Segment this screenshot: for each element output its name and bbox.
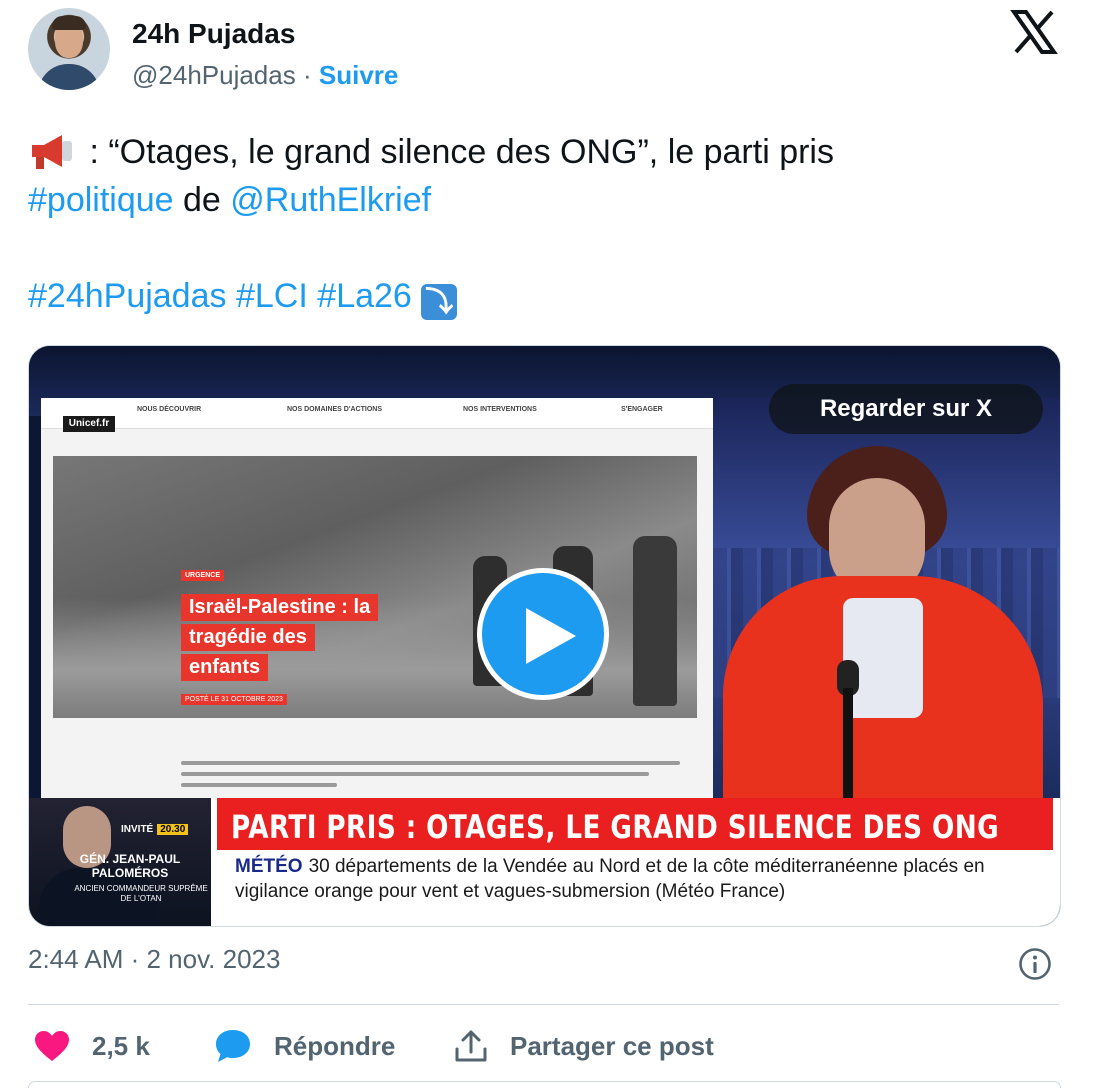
share-button[interactable]: Partager ce post (454, 1026, 714, 1066)
guest-invite-tag: INVITÉ 20.30 (121, 824, 189, 835)
headline-banner: PARTI PRIS : OTAGES, LE GRAND SILENCE DE… (217, 798, 1053, 850)
webpage-nav: NOUS DÉCOUVRIR NOS DOMAINES D'ACTIONS NO… (41, 398, 713, 429)
tweet-line-hashtags: #24hPujadas #LCI #La26 ⤵ (28, 272, 1068, 320)
x-logo-icon[interactable] (1010, 8, 1058, 56)
tweet-line-1: : “Otages, le grand silence des ONG”, le… (28, 128, 1068, 176)
guest-invite-label: INVITÉ (121, 824, 154, 835)
megaphone-icon (32, 135, 72, 169)
text-line (181, 783, 337, 787)
webpage-nav-item: S'ENGAGER (621, 406, 663, 413)
reply-bubble-icon (216, 1030, 250, 1062)
heart-icon (35, 1031, 69, 1061)
guest-panel: INVITÉ 20.30 GÉN. JEAN-PAUL PALOMÉROS ANC… (29, 798, 211, 926)
play-icon (526, 608, 576, 664)
like-button[interactable]: 2,5 k (34, 1026, 150, 1066)
news-ticker: MÉTÉO 30 départements de la Vendée au Nor… (235, 854, 1055, 904)
webpage-nav-item: NOS INTERVENTIONS (463, 406, 537, 413)
arrow-down-icon: ⤵ (421, 284, 458, 320)
author-handle[interactable]: @24hPujadas (132, 60, 296, 90)
person-figure (633, 536, 677, 706)
webpage-posted-date: POSTÉ LE 31 OCTOBRE 2023 (181, 694, 287, 705)
studio-presenter (713, 398, 1060, 826)
reply-button[interactable]: Répondre (214, 1026, 395, 1066)
tweet-text-de: de (173, 181, 231, 219)
webpage-urgence-tag: URGENCE (181, 570, 225, 581)
ticker-label: MÉTÉO (235, 856, 303, 877)
webpage-headline-line: tragédie des (181, 624, 315, 651)
reply-label: Répondre (274, 1030, 396, 1061)
handle-separator: · (302, 60, 312, 90)
avatar-hair (52, 16, 86, 30)
watch-on-x-button[interactable]: Regarder sur X (769, 384, 1043, 434)
text-line (181, 772, 649, 776)
webpage-headline-line: enfants (181, 654, 269, 681)
share-icon (455, 1030, 487, 1062)
author-handle-row: @24hPujadas · Suivre (132, 60, 398, 91)
author-name[interactable]: 24h Pujadas (132, 18, 295, 50)
like-count: 2,5 k (92, 1030, 150, 1061)
presenter-shirt (843, 598, 923, 718)
post-timestamp[interactable]: 2:44 AM · 2 nov. 2023 (28, 944, 280, 975)
unicef-webpage-screenshot: NOUS DÉCOUVRIR NOS DOMAINES D'ACTIONS NO… (41, 398, 713, 808)
author-avatar[interactable] (28, 8, 110, 90)
microphone-stand (843, 688, 853, 798)
rubble-photo (53, 456, 697, 718)
hashtag-la26[interactable]: #La26 (317, 277, 412, 315)
headline-banner-text: PARTI PRIS : OTAGES, LE GRAND SILENCE DE… (231, 808, 1000, 846)
play-button[interactable] (477, 568, 609, 700)
text-line (181, 761, 681, 765)
hashtag-politique[interactable]: #politique (28, 181, 174, 219)
webpage-nav-item: NOS DOMAINES D'ACTIONS (287, 406, 383, 413)
webpage-paragraph (181, 754, 701, 794)
info-icon[interactable] (1018, 947, 1052, 981)
hashtag-24hpujadas[interactable]: #24hPujadas (28, 277, 227, 315)
hashtag-lci[interactable]: #LCI (236, 277, 308, 315)
guest-time: 20.30 (157, 824, 189, 835)
tweet-text-main: : “Otages, le grand silence des ONG”, le… (80, 133, 834, 171)
divider (28, 1004, 1059, 1005)
unicef-logo: Unicef.fr (63, 416, 115, 432)
video-media[interactable]: NOUS DÉCOUVRIR NOS DOMAINES D'ACTIONS NO… (28, 345, 1061, 927)
follow-button[interactable]: Suivre (319, 60, 399, 90)
guest-role: ANCIEN COMMANDEUR SUPRÊME DE L'OTAN (74, 884, 208, 903)
share-label: Partager ce post (510, 1030, 714, 1061)
tweet-line-2: #politique de @RuthElkrief (28, 176, 1068, 224)
webpage-headline-line: Israël-Palestine : la (181, 594, 379, 621)
tweet-text: : “Otages, le grand silence des ONG”, le… (28, 128, 1068, 320)
mention-ruthelkrief[interactable]: @RuthElkrief (230, 181, 431, 219)
ticker-text: 30 départements de la Vendée au Nord et … (235, 856, 985, 902)
webpage-nav-item: NOUS DÉCOUVRIR (137, 406, 202, 413)
avatar-shirt (38, 64, 100, 90)
guest-name: GÉN. JEAN-PAUL PALOMÉROS (79, 852, 181, 880)
